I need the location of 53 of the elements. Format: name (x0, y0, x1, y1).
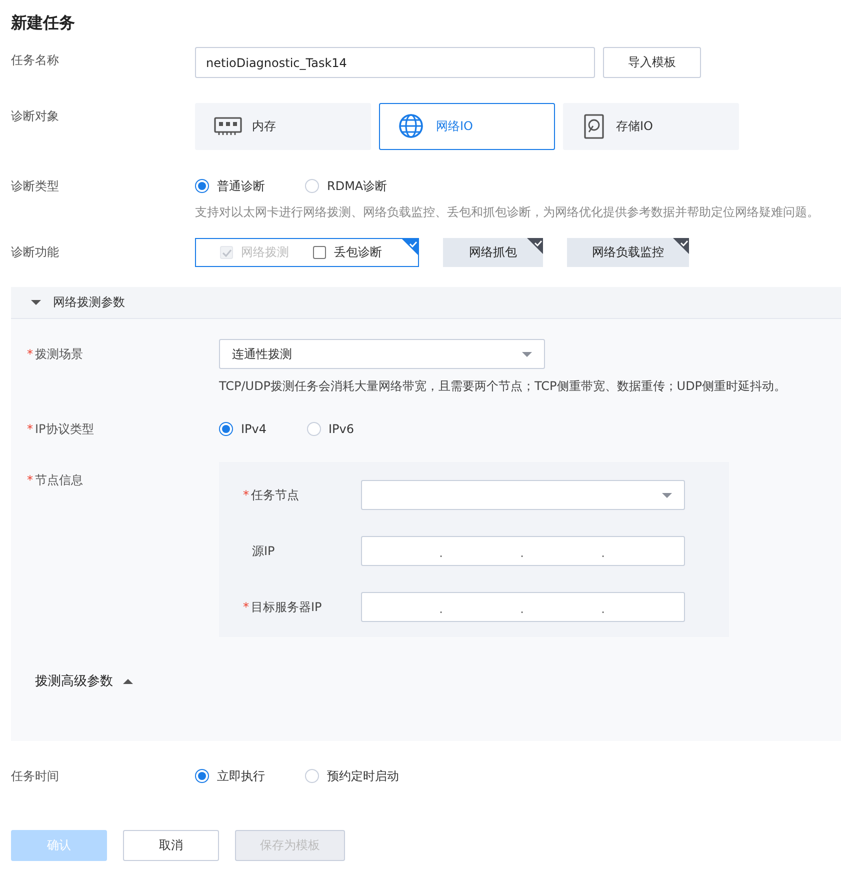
target-option[interactable]: 存储IO (563, 103, 739, 150)
field-label: 源IP (252, 544, 275, 558)
globe-icon (398, 114, 426, 139)
ip-separator: . (600, 545, 605, 562)
import-template-button[interactable]: 导入模板 (603, 47, 701, 78)
action-button[interactable]: 取消 (123, 830, 219, 861)
field-label: 诊断类型 (11, 179, 59, 193)
advanced-parameters-toggle[interactable]: 拨测高级参数 (35, 672, 133, 690)
field-label: 任务名称 (11, 53, 59, 67)
radio-option[interactable]: IPv6 (306, 422, 354, 436)
field-label: 任务节点 (251, 488, 299, 502)
field-label: 节点信息 (35, 473, 83, 487)
ip-address-field[interactable]: . . . (361, 536, 685, 566)
field-label: IP协议类型 (35, 422, 94, 436)
required-mark: * (27, 347, 33, 361)
disk-drive-icon (582, 114, 606, 139)
field-label: 目标服务器IP (251, 600, 322, 614)
required-mark: * (27, 422, 33, 436)
radio-option[interactable]: 立即执行 (195, 768, 265, 784)
ip-separator: . (600, 601, 605, 618)
target-option[interactable]: 网络IO (379, 103, 555, 150)
field-label: 拨测场景 (35, 347, 83, 361)
field-label: 诊断对象 (11, 109, 59, 123)
hint-text: 支持对以太网卡进行网络拨测、网络负载监控、丢包和抓包诊断，为网络优化提供参考数据并帮助定位网络疑难问题。 (195, 204, 819, 221)
radio-option[interactable]: RDMA诊断 (305, 178, 388, 194)
field-label: 诊断功能 (11, 245, 59, 259)
task-name-field[interactable]: netioDiagnostic_Task14 (195, 47, 595, 78)
corner-check-icon (673, 238, 689, 254)
function-option[interactable]: 网络负载监控 (567, 238, 689, 267)
required-mark: * (27, 473, 33, 487)
node-dropdown[interactable] (361, 480, 685, 510)
ip-separator: . (519, 545, 524, 562)
page-title: 新建任务 (11, 12, 76, 34)
function-option[interactable]: 网络抓包 (443, 238, 543, 267)
required-mark: * (243, 488, 249, 502)
scenario-dropdown[interactable]: 连通性拨测 (219, 339, 545, 369)
ip-separator: . (438, 601, 443, 618)
radio-option[interactable]: 预约定时启动 (305, 768, 399, 784)
section-title[interactable]: 网络拨测参数 (53, 294, 125, 311)
hint-text: TCP/UDP拨测任务会消耗大量网络带宽，且需要两个节点；TCP侧重带宽、数据重传；UDP侧重时延抖动。 (219, 378, 786, 395)
corner-check-icon (527, 238, 543, 254)
radio-option[interactable]: 普通诊断 (195, 178, 265, 194)
field-label: 任务时间 (11, 769, 59, 783)
ip-address-field[interactable]: . . . (361, 592, 685, 622)
ip-separator: . (519, 601, 524, 618)
radio-option[interactable]: IPv4 (219, 422, 267, 436)
required-mark: * (243, 600, 249, 614)
caret-down-icon (662, 492, 672, 498)
ip-separator: . (438, 545, 443, 562)
caret-down-icon (522, 352, 532, 356)
checkbox-option[interactable]: 丢包诊断 (313, 244, 382, 261)
corner-check-icon (402, 239, 418, 255)
target-option[interactable]: 内存 (195, 103, 371, 150)
